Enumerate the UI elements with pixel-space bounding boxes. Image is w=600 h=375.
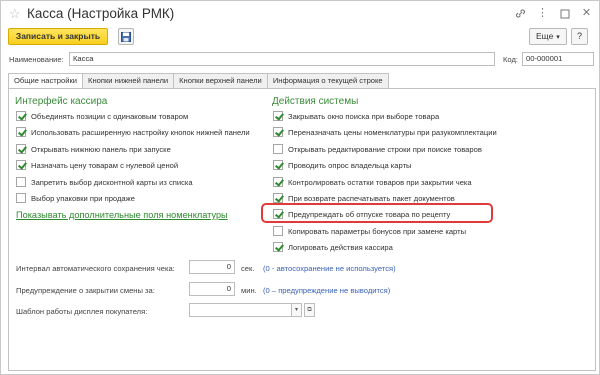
cashier-interface-title: Интерфейс кассира [15, 96, 108, 107]
checkbox-label: Логировать действия кассира [288, 242, 393, 252]
save-button[interactable] [118, 28, 134, 45]
system-option-open-row-edit[interactable]: Открывать редактирование строки при поис… [273, 143, 482, 155]
cashier-option-zero-price[interactable]: Назначать цену товарам с нулевой ценой [16, 159, 178, 171]
checkbox-label: Предупреждать об отпуске товара по рецеп… [288, 209, 451, 219]
checkbox[interactable] [16, 160, 26, 170]
cashier-option-merge-items[interactable]: Объединять позиции с одинаковым товаром [16, 110, 188, 122]
system-option-prescription-warning[interactable]: Предупреждать об отпуске товара по рецеп… [273, 208, 450, 220]
menu-dots-icon[interactable]: ⋮ [536, 7, 549, 20]
title-bar: ☆ Касса (Настройка РМК) ⋮ ✕ [1, 1, 599, 27]
checkbox[interactable] [16, 177, 26, 187]
checkbox[interactable] [273, 226, 283, 236]
system-option-card-owner-survey[interactable]: Проводить опрос владельца карты [273, 159, 412, 171]
close-icon[interactable]: ✕ [580, 7, 593, 20]
checkbox-label: Объединять позиции с одинаковым товаром [31, 111, 189, 121]
checkbox-label: Контролировать остатки товаров при закры… [288, 177, 472, 187]
shift-warning-hint: (0 – предупреждение не выводится) [263, 286, 391, 295]
cashier-option-extended-buttons[interactable]: Использовать расширенную настройку кнопо… [16, 126, 250, 138]
system-option-close-search[interactable]: Закрывать окно поиска при выборе товара [273, 110, 439, 122]
favorite-star-icon[interactable]: ☆ [9, 7, 21, 20]
open-reference-icon[interactable]: ⧉ [304, 303, 315, 317]
display-template-field[interactable] [189, 303, 292, 317]
code-field[interactable]: 00-000001 [522, 52, 594, 66]
checkbox[interactable] [273, 209, 283, 219]
checkbox-label: Открывать редактирование строки при поис… [288, 144, 482, 154]
system-option-control-stock[interactable]: Контролировать остатки товаров при закры… [273, 176, 472, 188]
checkbox[interactable] [273, 160, 283, 170]
checkbox-label: Открывать нижнюю панель при запуске [31, 144, 171, 154]
floppy-disk-icon [121, 31, 131, 42]
code-label: Код: [503, 55, 519, 64]
show-extra-fields-link[interactable]: Показывать дополнительные поля номенклат… [16, 210, 228, 220]
system-actions-title: Действия системы [272, 96, 359, 107]
checkbox[interactable] [273, 144, 283, 154]
command-bar: Записать и закрыть Еще ▾ ? [1, 28, 599, 48]
checkbox-label: Копировать параметры бонусов при замене … [288, 226, 467, 236]
checkbox[interactable] [273, 177, 283, 187]
autosave-unit: сек. [241, 264, 255, 273]
shift-warning-unit: мин. [241, 286, 257, 295]
system-option-copy-bonus-params[interactable]: Копировать параметры бонусов при замене … [273, 225, 466, 237]
autosave-interval-field[interactable]: 0 [189, 260, 235, 274]
more-menu-button[interactable]: Еще ▾ [529, 28, 567, 45]
checkbox[interactable] [273, 127, 283, 137]
chevron-down-icon: ▾ [556, 34, 560, 41]
checkbox[interactable] [16, 193, 26, 203]
name-field[interactable]: Касса [69, 52, 495, 66]
checkbox-label: Проводить опрос владельца карты [288, 160, 412, 170]
checkbox-label: Закрывать окно поиска при выборе товара [288, 111, 440, 121]
name-label: Наименование: [9, 55, 64, 64]
more-menu-label: Еще [536, 31, 554, 41]
system-option-reassign-prices[interactable]: Переназначать цены номенклатуры при разу… [273, 126, 497, 138]
settings-window: ☆ Касса (Настройка РМК) ⋮ ✕ Записать и з… [0, 0, 600, 375]
save-and-close-button[interactable]: Записать и закрыть [8, 28, 108, 45]
shift-warning-label: Предупреждение о закрытии смены за: [16, 286, 155, 295]
checkbox[interactable] [16, 144, 26, 154]
autosave-interval-label: Интервал автоматического сохранения чека… [16, 264, 175, 273]
cashier-option-open-bottom-panel[interactable]: Открывать нижнюю панель при запуске [16, 143, 171, 155]
tab-top-panel-buttons[interactable]: Кнопки верхней панели [173, 73, 268, 89]
checkbox-label: Использовать расширенную настройку кнопо… [31, 127, 250, 137]
checkbox[interactable] [16, 111, 26, 121]
title-bar-actions: ⋮ ✕ [514, 7, 593, 20]
checkbox-label: Переназначать цены номенклатуры при разу… [288, 127, 497, 137]
window-title: Касса (Настройка РМК) [27, 6, 175, 21]
shift-warning-field[interactable]: 0 [189, 282, 235, 296]
checkbox[interactable] [16, 127, 26, 137]
system-option-log-cashier[interactable]: Логировать действия кассира [273, 241, 393, 253]
dropdown-arrow-icon[interactable]: ▾ [291, 303, 302, 317]
display-template-label: Шаблон работы дисплея покупателя: [16, 307, 148, 316]
cashier-option-forbid-discount-list[interactable]: Запретить выбор дисконтной карты из спис… [16, 176, 193, 188]
autosave-hint: (0 - автосохранение не используется) [263, 264, 396, 273]
cashier-option-package-choice[interactable]: Выбор упаковки при продаже [16, 192, 135, 204]
checkbox-label: При возврате распечатывать пакет докумен… [288, 193, 455, 203]
link-icon[interactable] [514, 7, 527, 20]
checkbox-label: Выбор упаковки при продаже [31, 193, 135, 203]
maximize-icon[interactable] [558, 7, 571, 20]
tab-current-row-info[interactable]: Информация о текущей строке [266, 73, 389, 89]
checkbox-label: Назначать цену товарам с нулевой ценой [31, 160, 179, 170]
help-button[interactable]: ? [571, 28, 588, 45]
checkbox-label: Запретить выбор дисконтной карты из спис… [31, 177, 193, 187]
checkbox[interactable] [273, 193, 283, 203]
checkbox[interactable] [273, 242, 283, 252]
tab-bottom-panel-buttons[interactable]: Кнопки нижней панели [82, 73, 175, 89]
tab-strip: Общие настройки Кнопки нижней панели Кно… [8, 73, 389, 90]
checkbox[interactable] [273, 111, 283, 121]
